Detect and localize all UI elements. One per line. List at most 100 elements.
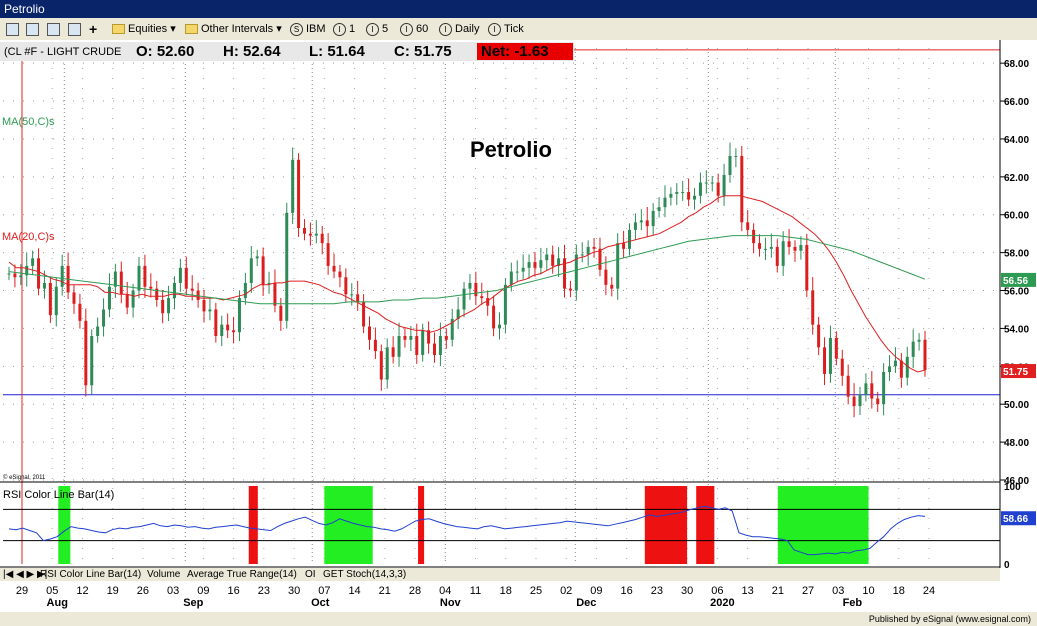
- interval-5-button[interactable]: I5: [366, 21, 388, 37]
- candle-body: [568, 288, 572, 291]
- x-tick-label: 06: [711, 585, 723, 597]
- chart-area[interactable]: 46.0048.0050.0052.0054.0056.0058.0060.00…: [0, 40, 1037, 612]
- candle-body: [722, 174, 726, 196]
- candle-body: [243, 282, 247, 299]
- interval-1-button[interactable]: I1: [333, 21, 355, 37]
- candle-body: [628, 229, 632, 249]
- candle-body: [214, 309, 218, 336]
- candle-body: [391, 347, 395, 357]
- candle-body: [622, 243, 626, 249]
- candle-body: [261, 256, 265, 285]
- y-tick-label: 54.00: [1004, 324, 1029, 335]
- candle-body: [592, 246, 596, 249]
- candle-body: [704, 182, 708, 184]
- daily-button[interactable]: I Daily: [439, 21, 479, 37]
- x-tick-label: 16: [621, 585, 633, 597]
- rsi-zone: [324, 486, 373, 564]
- candle-body: [255, 256, 259, 259]
- rsi-last-label: 58.66: [1003, 514, 1028, 525]
- y-tick-label: 48.00: [1004, 438, 1029, 449]
- x-tick-label: 11: [470, 585, 481, 597]
- candle-body: [54, 286, 58, 316]
- interval-60-button[interactable]: I 60: [400, 21, 428, 37]
- candle-body: [220, 324, 224, 336]
- interval-5-label: 5: [382, 23, 389, 35]
- candle-body: [468, 282, 472, 289]
- symbol-button[interactable]: S IBM: [290, 21, 326, 37]
- candle-body: [107, 286, 111, 310]
- candle-body: [249, 258, 253, 283]
- add-icon[interactable]: +: [89, 21, 97, 37]
- candle-body: [184, 267, 188, 289]
- rsi-zone: [418, 486, 425, 564]
- candle-body: [823, 347, 827, 374]
- candle-body: [545, 254, 549, 261]
- x-tick-label: 14: [348, 585, 360, 597]
- copy-icon[interactable]: [47, 21, 60, 37]
- equities-menu[interactable]: Equities ▾: [112, 21, 176, 37]
- candle-body: [226, 324, 230, 331]
- candle-body: [539, 260, 543, 268]
- candle-body: [811, 290, 815, 325]
- candle-body: [645, 220, 649, 227]
- x-tick-label: 29: [16, 585, 28, 597]
- candle-body: [190, 288, 194, 291]
- x-tick-label: 12: [76, 585, 88, 597]
- candle-body: [178, 267, 182, 283]
- month-label: Feb: [843, 597, 863, 609]
- candle-body: [758, 243, 762, 249]
- candle-body: [639, 220, 643, 223]
- rsi-zone: [777, 486, 869, 564]
- folder-icon: [185, 24, 198, 35]
- candle-body: [710, 182, 714, 184]
- candle-body: [799, 245, 803, 251]
- symbol-label: IBM: [306, 23, 326, 35]
- candle-body: [421, 330, 425, 355]
- tab-rsi[interactable]: RSI Color Line Bar(14): [40, 568, 141, 581]
- tab-stoch[interactable]: GET Stoch(14,3,3): [323, 568, 406, 581]
- candle-body: [273, 282, 277, 306]
- candle-body: [297, 159, 301, 228]
- candle-body: [663, 197, 667, 208]
- x-tick-label: 18: [893, 585, 905, 597]
- candle-body: [78, 303, 82, 321]
- candle-body: [870, 383, 874, 399]
- x-tick-label: 24: [923, 585, 935, 597]
- candle-body: [444, 336, 448, 340]
- properties-icon[interactable]: [68, 21, 81, 37]
- new-chart-icon[interactable]: [26, 21, 39, 37]
- ma50-label: MA(50,C)s: [2, 116, 55, 128]
- candle-body: [415, 336, 419, 355]
- x-tick-label: 13: [741, 585, 753, 597]
- daily-label: Daily: [455, 23, 480, 35]
- ma20-label: MA(20,C)s: [2, 231, 55, 243]
- rsi-label: RSI Color Line Bar(14): [3, 489, 114, 501]
- candle-body: [350, 294, 354, 296]
- chart-title: Petrolio: [470, 137, 552, 162]
- candle-body: [911, 341, 915, 357]
- candle-body: [356, 294, 360, 302]
- candle-body: [432, 343, 436, 355]
- month-label: Dec: [576, 597, 596, 609]
- tick-button[interactable]: I Tick: [488, 21, 524, 37]
- y-tick-label: 62.00: [1004, 173, 1029, 184]
- candle-body: [551, 254, 555, 266]
- close-value: C: 51.75: [394, 43, 452, 60]
- candle-body: [521, 267, 525, 272]
- x-tick-label: 03: [832, 585, 844, 597]
- watermark: © eSignal, 2011: [3, 474, 46, 481]
- rsi-zone: [248, 486, 258, 564]
- candle-body: [498, 324, 502, 329]
- candle-body: [503, 284, 507, 325]
- footer: Published by eSignal (www.esignal.com): [0, 612, 1037, 626]
- other-intervals-menu[interactable]: Other Intervals ▾: [185, 21, 282, 37]
- grid-icon[interactable]: [6, 21, 19, 37]
- tab-oi[interactable]: OI: [305, 568, 316, 581]
- candle-body: [137, 265, 141, 291]
- tab-volume[interactable]: Volume: [147, 568, 180, 581]
- candle-body: [616, 243, 620, 289]
- tab-atr[interactable]: Average True Range(14): [187, 568, 297, 581]
- candle-body: [149, 286, 153, 289]
- candle-body: [462, 288, 466, 310]
- y-tick-label: 64.00: [1004, 135, 1029, 146]
